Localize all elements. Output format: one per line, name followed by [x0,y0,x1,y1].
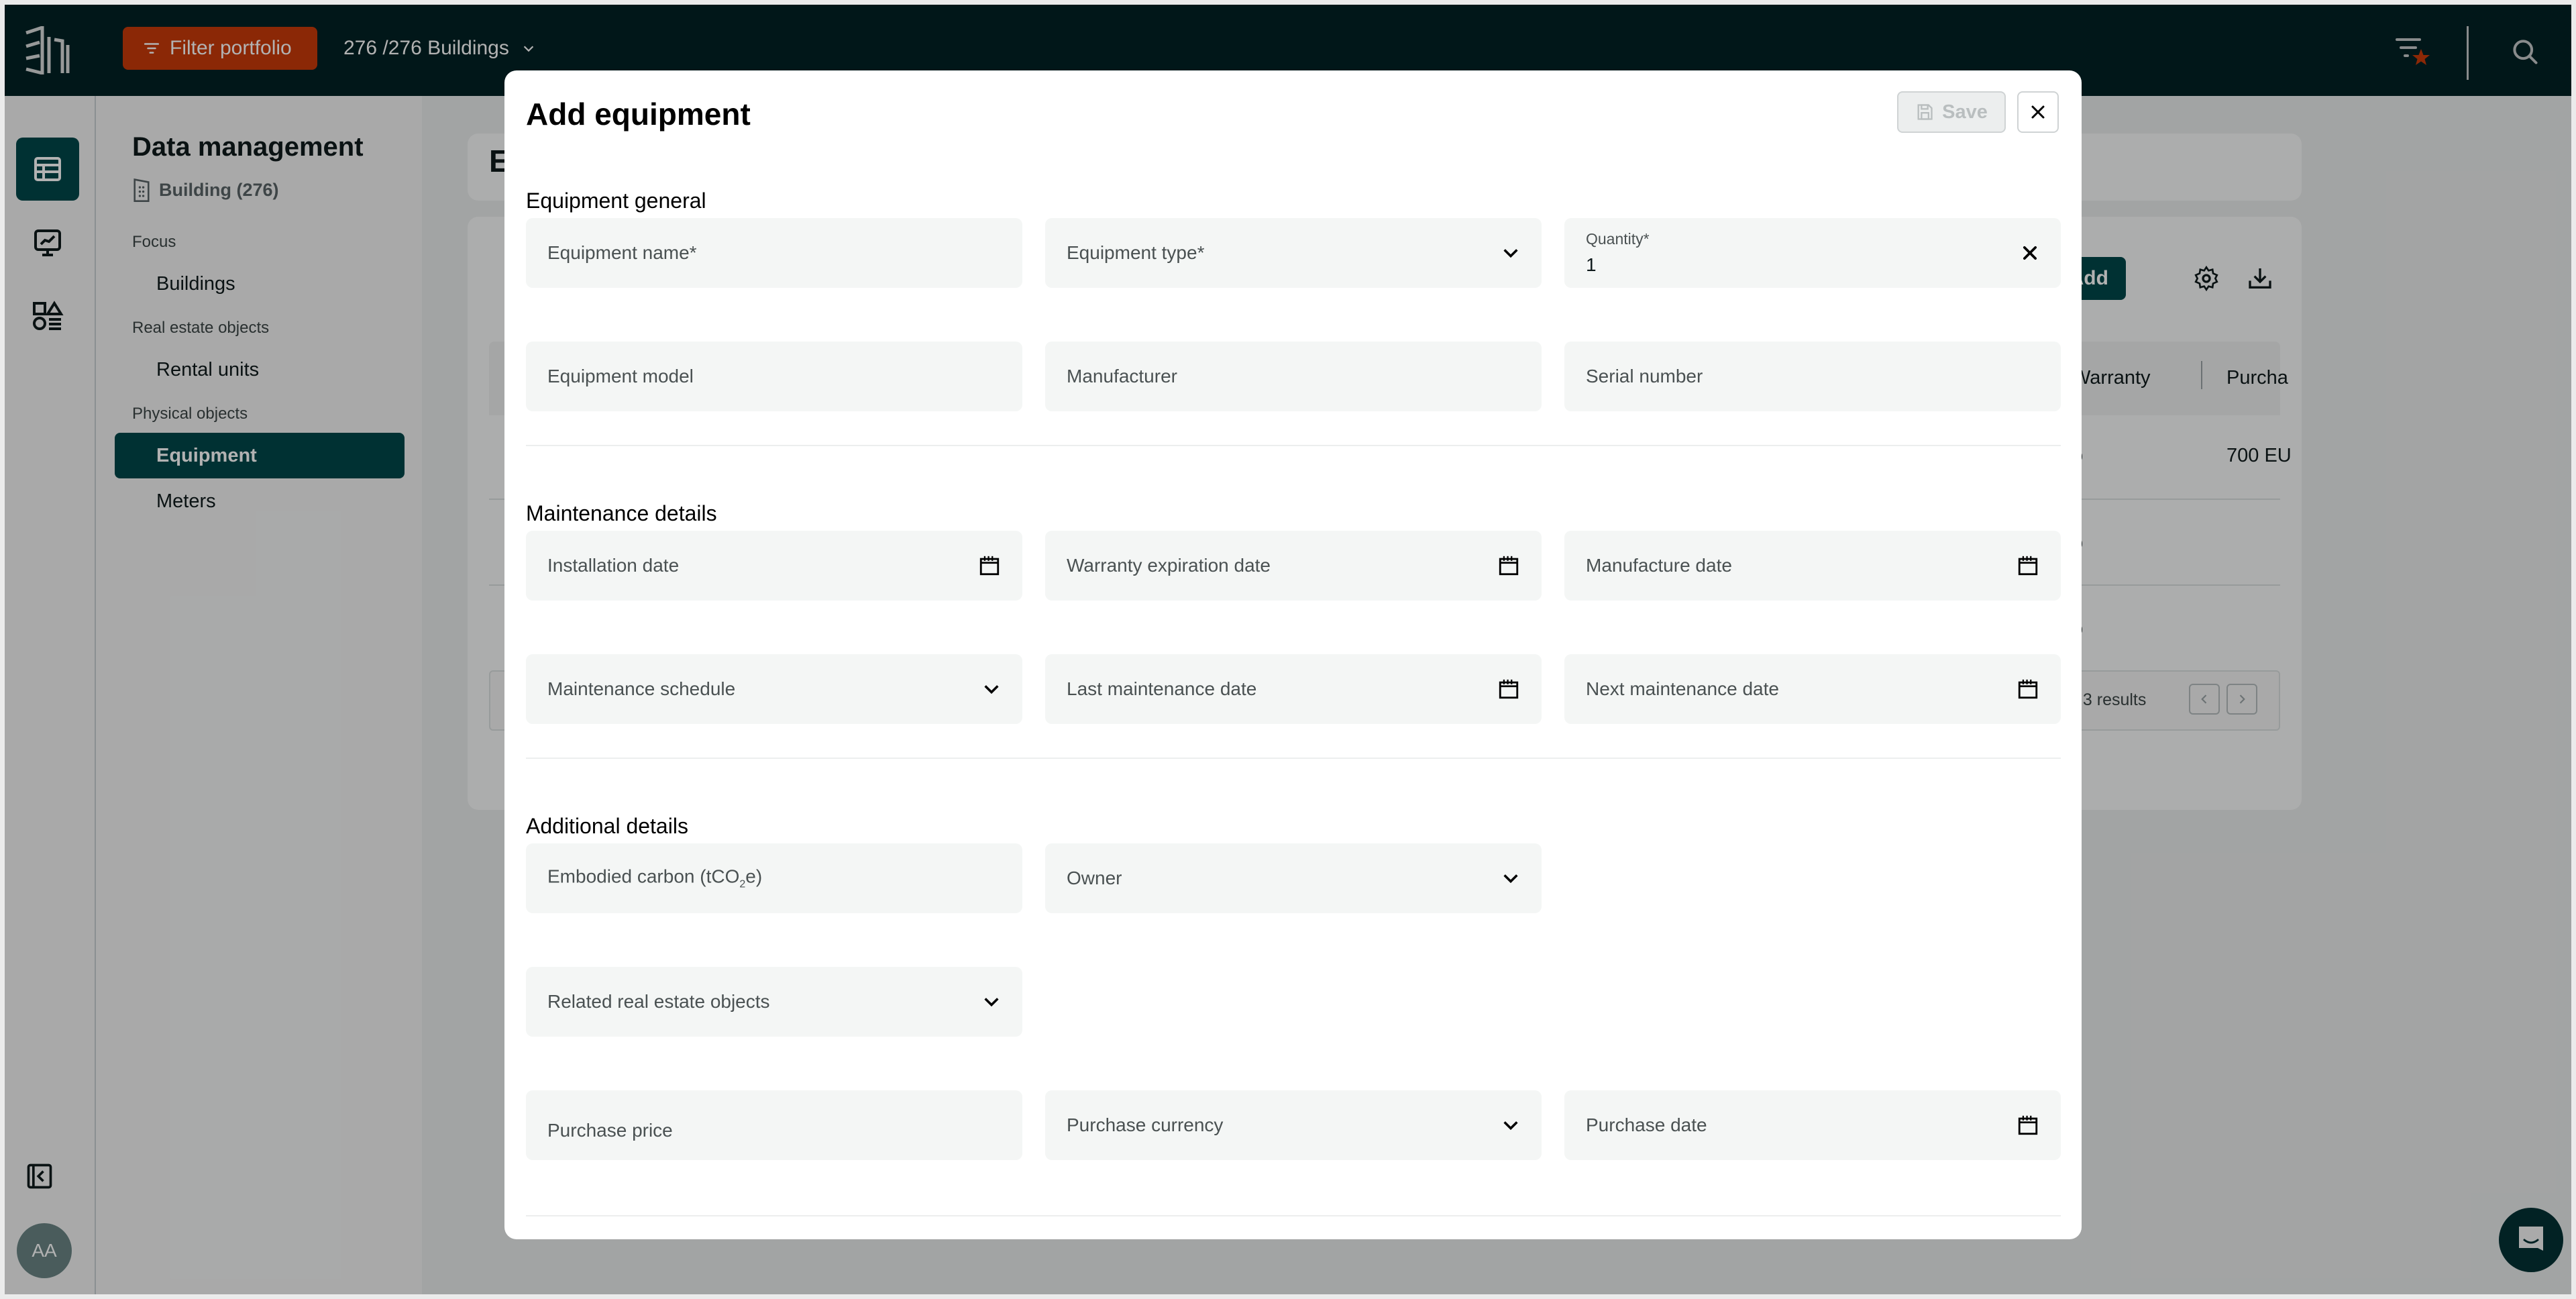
embodied-carbon-label-suffix: e) [745,866,763,887]
installation-date-label: Installation date [547,555,680,576]
warranty-expiration-date-input[interactable]: Warranty expiration date [1045,531,1542,601]
next-maintenance-date-label: Next maintenance date [1586,678,1779,699]
save-icon [1917,104,1933,120]
section-divider [526,758,2061,759]
close-icon [2031,105,2045,119]
calendar-icon[interactable] [1497,554,1520,577]
section-title-additional-details: Additional details [526,814,688,838]
equipment-type-label: Equipment type* [1067,242,1205,263]
chevron-down-icon [982,680,1001,698]
calendar-icon[interactable] [978,554,1001,577]
last-maintenance-date-input[interactable]: Last maintenance date [1045,654,1542,724]
quantity-input[interactable]: Quantity* 1 [1564,218,2061,288]
owner-label: Owner [1067,868,1122,888]
chat-icon [2519,1227,2543,1251]
related-real-estate-objects-select[interactable]: Related real estate objects [526,967,1022,1037]
last-maintenance-date-label: Last maintenance date [1067,678,1257,699]
chevron-down-icon [1501,244,1520,262]
app: Filter portfolio 276 /276 Buildings AA D… [5,5,2571,1294]
close-modal-button[interactable] [2017,91,2059,133]
purchase-price-label: Purchase price [547,1120,673,1141]
next-maintenance-date-input[interactable]: Next maintenance date [1564,654,2061,724]
save-button[interactable]: Save [1897,91,2006,133]
purchase-currency-label: Purchase currency [1067,1114,1224,1135]
add-equipment-modal: Add equipment Save Equipment general Equ… [504,70,2082,1239]
save-label: Save [1942,101,1988,123]
section-divider [526,1215,2061,1216]
purchase-date-label: Purchase date [1586,1114,1707,1135]
equipment-name-input[interactable]: Equipment name* [526,218,1022,288]
modal-title: Add equipment [526,97,751,132]
maintenance-schedule-select[interactable]: Maintenance schedule [526,654,1022,724]
calendar-icon[interactable] [2017,554,2039,577]
chevron-down-icon [1501,1116,1520,1135]
section-title-equipment-general: Equipment general [526,189,706,213]
clear-icon[interactable] [2021,244,2039,262]
equipment-model-input[interactable]: Equipment model [526,342,1022,411]
related-real-estate-objects-label: Related real estate objects [547,991,770,1012]
serial-number-label: Serial number [1586,366,1703,386]
chevron-down-icon [1501,869,1520,888]
section-divider [526,445,2061,446]
owner-select[interactable]: Owner [1045,843,1542,913]
purchase-price-input[interactable]: Purchase price [526,1090,1022,1160]
quantity-value: 1 [1586,254,1597,275]
equipment-model-label: Equipment model [547,366,694,386]
installation-date-input[interactable]: Installation date [526,531,1022,601]
chat-launcher-button[interactable] [2499,1208,2563,1272]
manufacture-date-label: Manufacture date [1586,555,1732,576]
warranty-expiration-date-label: Warranty expiration date [1067,555,1271,576]
calendar-icon[interactable] [1497,678,1520,700]
manufacturer-label: Manufacturer [1067,366,1177,386]
embodied-carbon-input[interactable]: Embodied carbon (tCO2e) [526,843,1022,913]
maintenance-schedule-label: Maintenance schedule [547,678,736,699]
embodied-carbon-label-subscript: 2 [739,878,746,890]
equipment-type-select[interactable]: Equipment type* [1045,218,1542,288]
embodied-carbon-label: Embodied carbon (tCO2e) [547,866,762,891]
embodied-carbon-label-prefix: Embodied carbon (tCO [547,866,740,887]
serial-number-input[interactable]: Serial number [1564,342,2061,411]
purchase-date-input[interactable]: Purchase date [1564,1090,2061,1160]
manufacture-date-input[interactable]: Manufacture date [1564,531,2061,601]
manufacturer-input[interactable]: Manufacturer [1045,342,1542,411]
calendar-icon[interactable] [2017,678,2039,700]
calendar-icon[interactable] [2017,1114,2039,1137]
equipment-name-label: Equipment name* [547,242,697,263]
quantity-label: Quantity* [1586,230,1650,248]
purchase-currency-select[interactable]: Purchase currency [1045,1090,1542,1160]
chevron-down-icon [982,992,1001,1011]
section-title-maintenance-details: Maintenance details [526,501,717,525]
